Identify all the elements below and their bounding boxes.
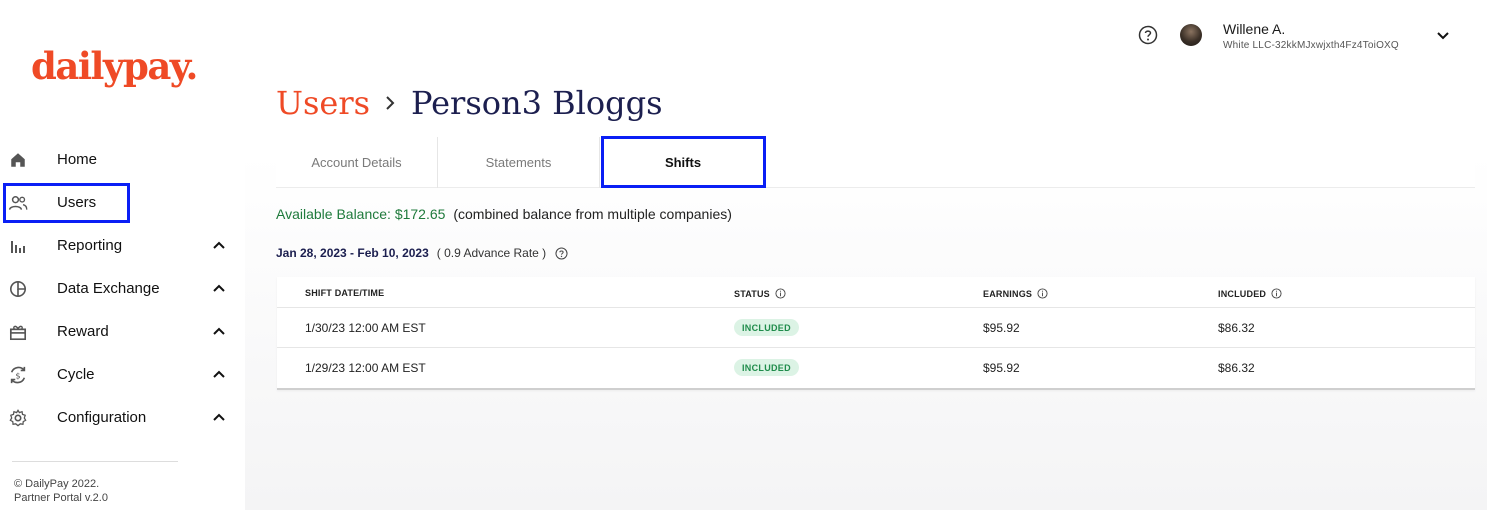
status-badge: INCLUDED [734, 319, 799, 336]
sidebar-item-label: Reporting [57, 237, 123, 254]
sidebar-nav: Home Users Reporting Data Exchange Rewar… [0, 138, 245, 439]
chevron-up-icon[interactable] [211, 324, 227, 340]
table-row: 1/30/23 12:00 AM EST INCLUDED $95.92 $86… [277, 308, 1475, 348]
column-header-status: STATUS [734, 288, 786, 299]
copyright-text: © DailyPay 2022. [14, 478, 100, 490]
table-header: SHIFT DATE/TIME STATUS EARNINGS INCLUDED [277, 277, 1475, 308]
available-balance: Available Balance: $172.65 (combined bal… [276, 206, 732, 222]
status-badge: INCLUDED [734, 359, 799, 376]
version-text: Partner Portal v.2.0 [14, 492, 108, 504]
user-name[interactable]: Willene A. [1223, 21, 1285, 37]
info-icon[interactable] [1037, 288, 1048, 299]
included-value: $86.32 [1218, 321, 1255, 335]
column-header-included: INCLUDED [1218, 288, 1282, 299]
chevron-up-icon[interactable] [211, 238, 227, 254]
chevron-right-icon [386, 96, 395, 110]
column-header-shift-date: SHIFT DATE/TIME [305, 288, 385, 298]
advance-rate: ( 0.9 Advance Rate ) [436, 246, 547, 260]
tab-shifts[interactable]: Shifts [602, 137, 764, 188]
sidebar-item-reporting[interactable]: Reporting [0, 224, 245, 267]
shift-datetime: 1/29/23 12:00 AM EST [305, 361, 426, 375]
sidebar-item-home[interactable]: Home [0, 138, 245, 181]
sidebar-item-label: Configuration [57, 409, 147, 426]
period-dates: Jan 28, 2023 - Feb 10, 2023 [276, 246, 429, 260]
users-icon [8, 193, 28, 213]
sidebar-item-label: Reward [57, 323, 109, 340]
sidebar-item-configuration[interactable]: Configuration [0, 396, 245, 439]
shift-datetime: 1/30/23 12:00 AM EST [305, 321, 426, 335]
chevron-up-icon[interactable] [211, 367, 227, 383]
home-icon [8, 150, 28, 170]
gift-icon [8, 322, 28, 342]
bar-chart-icon [8, 236, 28, 256]
sidebar-item-label: Cycle [57, 366, 95, 383]
pay-period: Jan 28, 2023 - Feb 10, 2023 ( 0.9 Advanc… [276, 246, 568, 260]
avatar[interactable] [1180, 24, 1202, 46]
breadcrumb-users-link[interactable]: Users [276, 84, 370, 122]
chevron-up-icon[interactable] [211, 410, 227, 426]
column-header-earnings: EARNINGS [983, 288, 1048, 299]
sidebar-item-label: Data Exchange [57, 280, 160, 297]
sidebar: dailypay. Home Users Reporting Data Exch… [0, 0, 245, 510]
included-value: $86.32 [1218, 361, 1255, 375]
gear-icon [8, 408, 28, 428]
page-title: Person3 Bloggs [411, 84, 663, 122]
shifts-table: SHIFT DATE/TIME STATUS EARNINGS INCLUDED… [277, 277, 1475, 390]
info-icon[interactable] [1271, 288, 1282, 299]
sidebar-item-cycle[interactable]: $ Cycle [0, 353, 245, 396]
sidebar-item-label: Home [57, 151, 98, 168]
earnings-value: $95.92 [983, 361, 1020, 375]
sidebar-item-label: Users [57, 194, 97, 211]
table-row: 1/29/23 12:00 AM EST INCLUDED $95.92 $86… [277, 348, 1475, 388]
sidebar-divider [12, 461, 178, 462]
tab-bar: Account Details Statements Shifts [276, 137, 1475, 188]
balance-amount: Available Balance: $172.65 [276, 206, 446, 222]
help-icon[interactable] [1138, 25, 1158, 45]
chevron-down-icon[interactable] [1435, 27, 1451, 43]
dailypay-logo[interactable]: dailypay. [31, 44, 198, 88]
earnings-value: $95.92 [983, 321, 1020, 335]
balance-note: (combined balance from multiple companie… [453, 206, 732, 222]
sidebar-item-users[interactable]: Users [0, 181, 245, 224]
svg-text:$: $ [15, 370, 20, 380]
tab-account-details[interactable]: Account Details [276, 137, 438, 188]
help-icon[interactable] [555, 246, 568, 260]
sidebar-item-reward[interactable]: Reward [0, 310, 245, 353]
sidebar-item-data-exchange[interactable]: Data Exchange [0, 267, 245, 310]
pie-chart-icon [8, 279, 28, 299]
info-icon[interactable] [775, 288, 786, 299]
chevron-up-icon[interactable] [211, 281, 227, 297]
tab-statements[interactable]: Statements [438, 137, 600, 188]
user-company: White LLC-32kkMJxwjxth4Fz4ToiOXQ [1223, 40, 1399, 51]
cycle-dollar-icon: $ [8, 365, 28, 385]
sidebar-footer: © DailyPay 2022. Partner Portal v.2.0 [14, 477, 108, 505]
